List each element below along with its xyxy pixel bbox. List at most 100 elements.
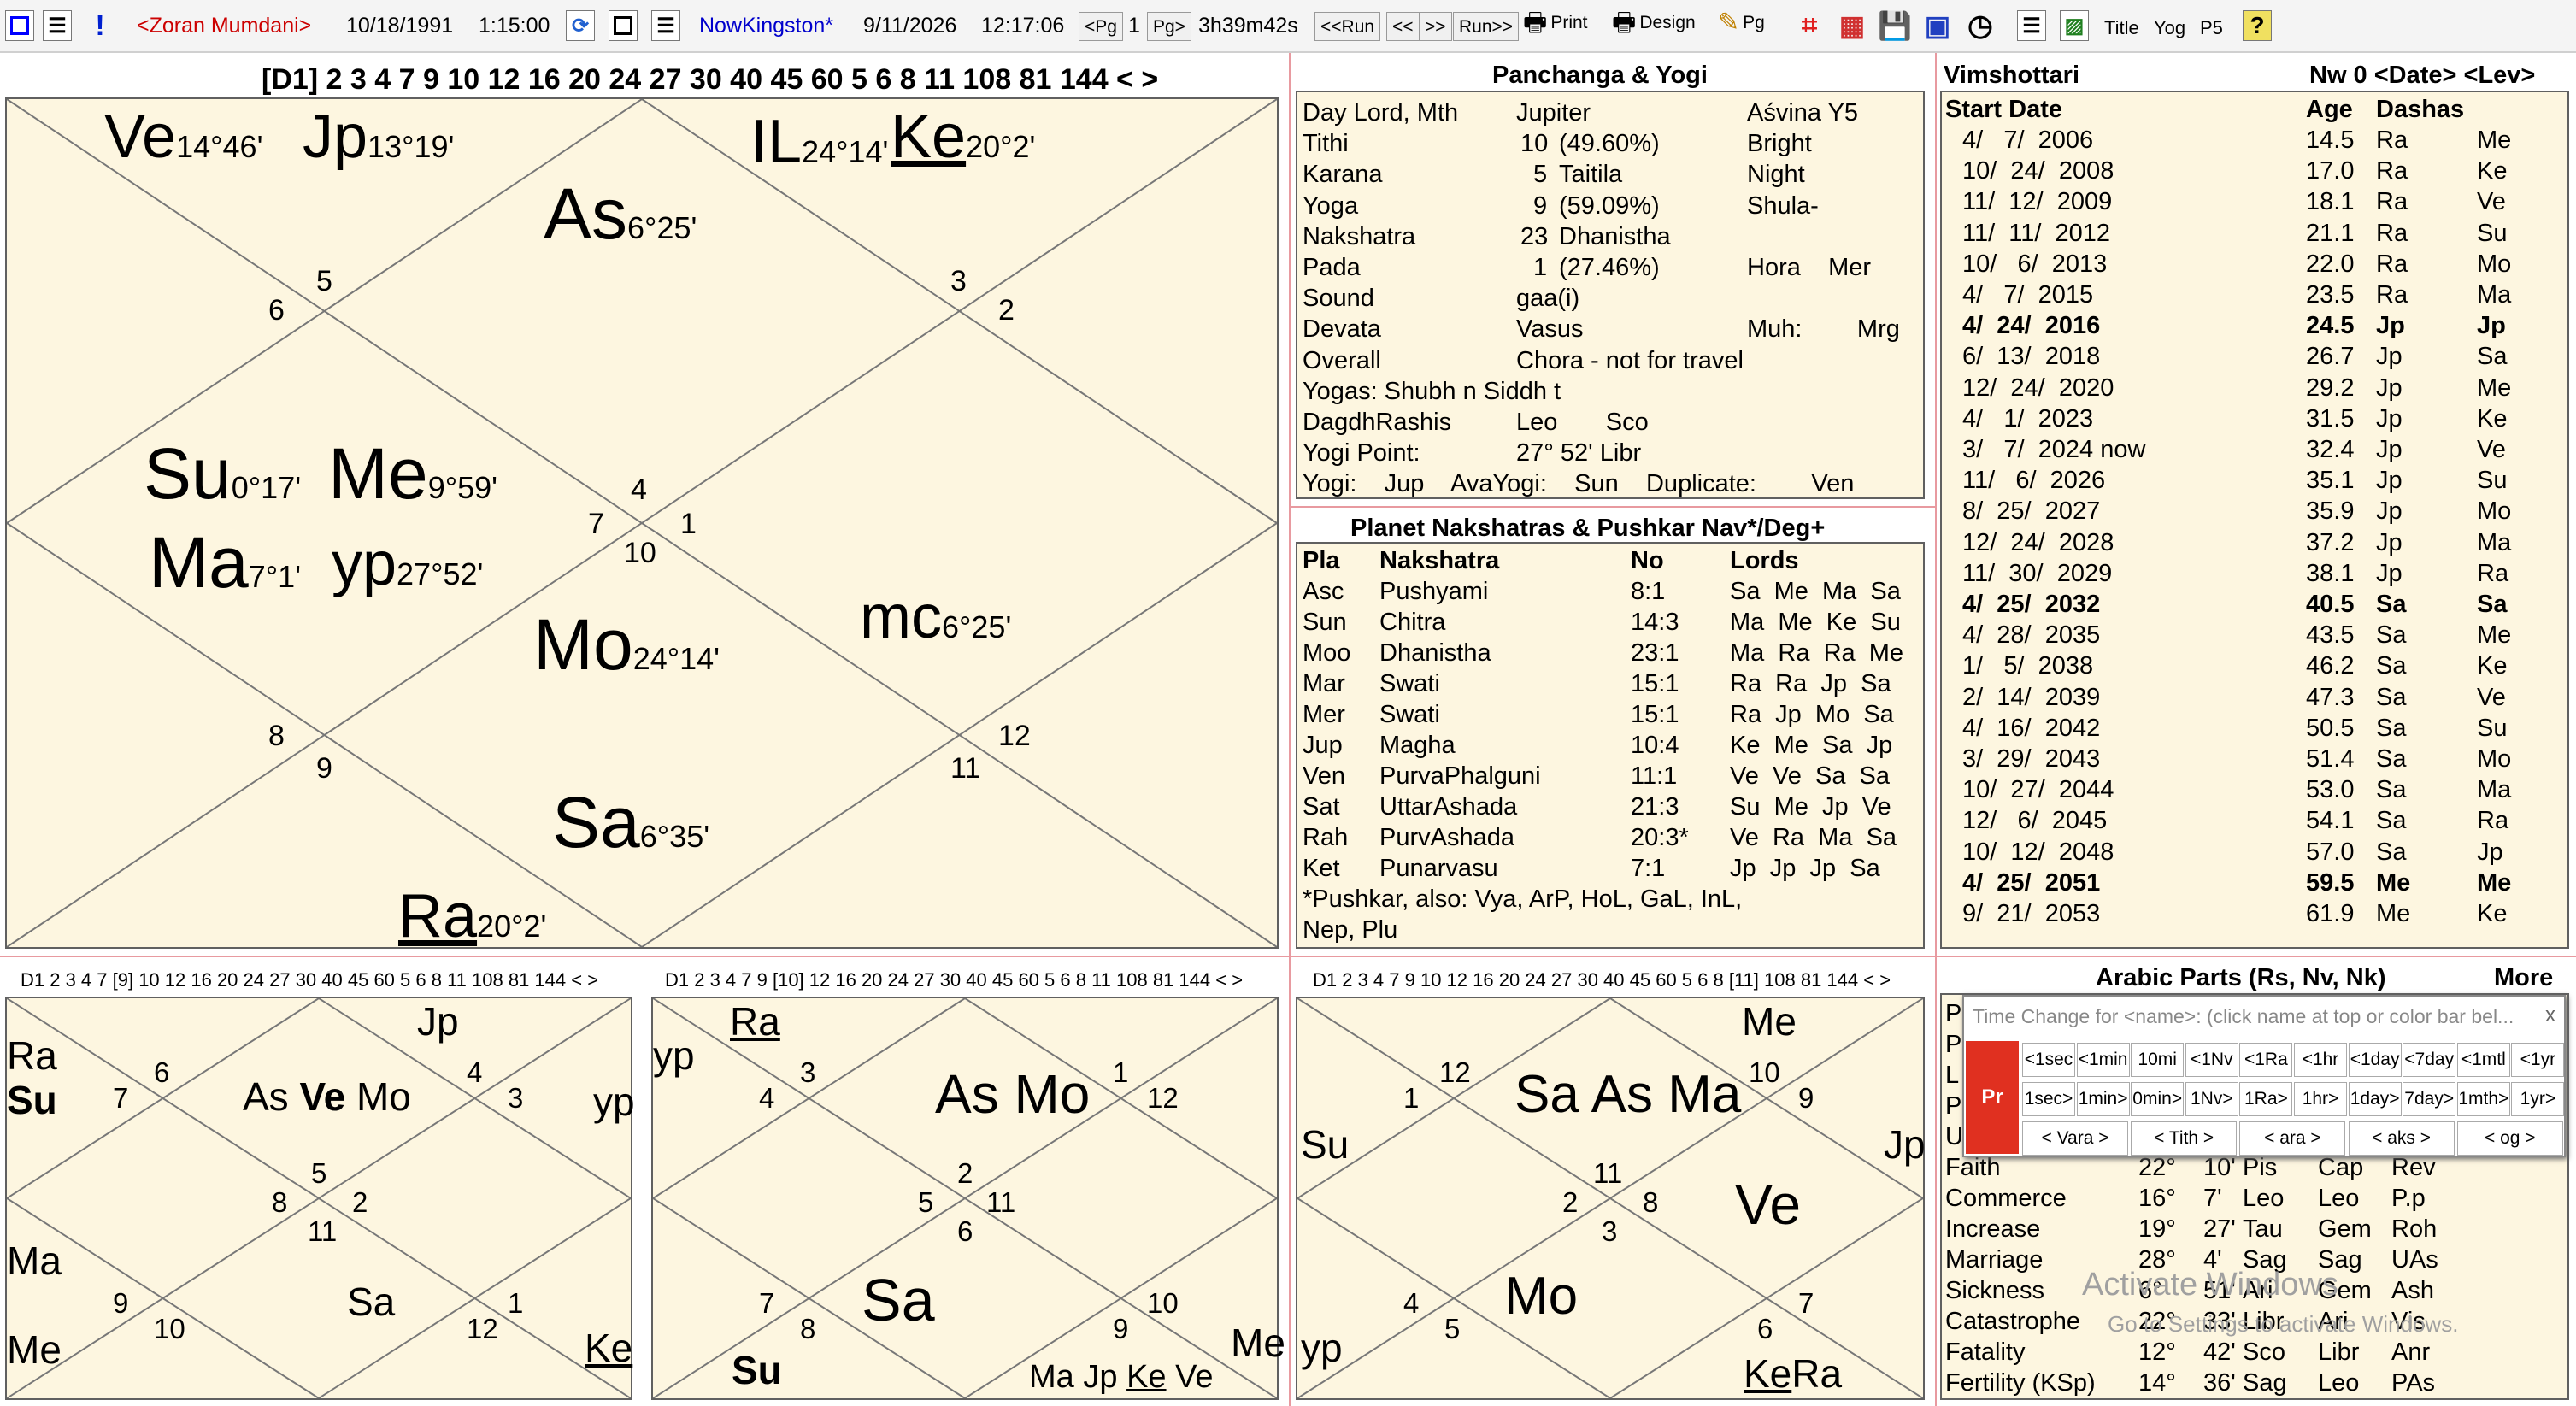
time-step-button[interactable]: 1hr> <box>2294 1082 2347 1116</box>
planet-mercury[interactable]: Me <box>1231 1323 1285 1362</box>
d9-lagna[interactable]: As Ve Mo <box>243 1077 411 1116</box>
planet-jupiter[interactable]: Jp13°19' <box>303 106 454 168</box>
planet-rahu[interactable]: Ra20°2' <box>398 885 546 947</box>
d10-house-7-planets[interactable]: Ma Jp Ke Ve <box>1029 1361 1214 1393</box>
d9-chart[interactable]: 5 2 3 4 6 7 8 9 10 11 12 1 Ra Su Jp As V… <box>5 997 635 1400</box>
main-chart[interactable]: 5 6 3 2 4 7 1 10 8 9 12 11 Ve14°46' Jp13… <box>5 97 1279 949</box>
birth-date[interactable]: 10/18/1991 <box>346 15 453 37</box>
planet-sun[interactable]: Su <box>1301 1125 1349 1164</box>
planet-saturn[interactable]: Sa6°35' <box>552 786 709 858</box>
now-date[interactable]: 9/11/2026 <box>863 15 956 37</box>
yogi-point[interactable]: yp <box>593 1082 635 1121</box>
time-step-button[interactable]: 1min> <box>2076 1082 2130 1116</box>
time-unit-stepper[interactable]: < aks > <box>2348 1121 2455 1156</box>
present-button[interactable]: Pr <box>1966 1041 2019 1154</box>
time-step-button[interactable]: 1yr> <box>2511 1082 2565 1116</box>
planet-mercury[interactable]: Me <box>7 1330 62 1369</box>
ascendant[interactable]: As6°25' <box>544 178 697 250</box>
d11-chart[interactable]: 11 8 9 10 12 1 2 3 4 5 6 7 Me Sa As Ma S… <box>1296 997 1926 1400</box>
time-step-button[interactable]: <1hr <box>2294 1043 2347 1077</box>
time-step-button[interactable]: <1mtl <box>2456 1043 2510 1077</box>
vimshottari-nav[interactable]: Nw 0 <Date> <Lev> <box>2309 63 2535 88</box>
now-time[interactable]: 12:17:06 <box>981 15 1064 37</box>
yogi-point[interactable]: yp27°52' <box>332 533 483 595</box>
planet-rahu[interactable]: Ra <box>730 1002 780 1041</box>
d11-house-6-planets[interactable]: KeRa <box>1744 1354 1842 1393</box>
calendar-icon[interactable]: ▣ <box>1923 10 1952 41</box>
birth-time[interactable]: 1:15:00 <box>479 15 550 37</box>
help-icon[interactable]: ? <box>2243 10 2272 41</box>
new-chart-icon[interactable] <box>5 10 34 41</box>
time-step-button[interactable]: 1Ra> <box>2239 1082 2293 1116</box>
midheaven[interactable]: mc6°25' <box>860 586 1011 648</box>
arabic-more-button[interactable]: More <box>2494 966 2553 991</box>
document-icon[interactable]: ☰ <box>2017 10 2046 41</box>
time-step-button[interactable]: 0min> <box>2131 1082 2185 1116</box>
time-step-button[interactable]: <1Nv <box>2185 1043 2238 1077</box>
planet-sun[interactable]: Su0°17' <box>144 438 301 509</box>
planet-mars[interactable]: Ma <box>7 1241 62 1280</box>
chart-image-icon[interactable]: ▨ <box>2060 10 2089 41</box>
clock-icon[interactable]: ◷ <box>1966 9 1995 42</box>
blank-chart-icon[interactable] <box>609 10 638 41</box>
time-step-button[interactable]: <1sec <box>2022 1043 2075 1077</box>
time-unit-stepper[interactable]: < og > <box>2456 1121 2563 1156</box>
step-back-button[interactable]: << <box>1386 12 1420 41</box>
time-unit-stepper[interactable]: < ara > <box>2239 1121 2346 1156</box>
time-step-button[interactable]: <1yr <box>2511 1043 2565 1077</box>
now-location[interactable]: NowKingston* <box>699 15 833 37</box>
alert-icon[interactable]: ! <box>85 9 115 42</box>
time-step-button[interactable]: <1min <box>2076 1043 2130 1077</box>
time-step-button[interactable]: 1mth> <box>2456 1082 2510 1116</box>
planet-jupiter[interactable]: Jp <box>1884 1125 1926 1164</box>
time-step-button[interactable]: <1day <box>2348 1043 2402 1077</box>
d9-varga-selector[interactable]: D1 2 3 4 7 [9] 10 12 16 20 24 27 30 40 4… <box>21 971 598 990</box>
time-step-button[interactable]: <1Ra <box>2239 1043 2293 1077</box>
time-step-button[interactable]: 10mi <box>2131 1043 2185 1077</box>
time-unit-stepper[interactable]: < Vara > <box>2022 1121 2128 1156</box>
planet-moon[interactable]: Mo24°14' <box>533 609 720 680</box>
design-button[interactable]: 🖶 Design <box>1612 10 1696 36</box>
planet-mercury[interactable]: Me <box>1742 1002 1797 1041</box>
d10-chart[interactable]: 2 11 12 1 3 4 5 6 7 8 9 10 yp Ra As Mo S… <box>651 997 1285 1400</box>
planet-jupiter[interactable]: Jp <box>417 1002 459 1041</box>
list-icon[interactable]: ☰ <box>43 10 72 41</box>
planet-venus[interactable]: Ve14°46' <box>104 106 262 168</box>
time-step-button[interactable]: 1day> <box>2348 1082 2402 1116</box>
planet-venus[interactable]: Ve <box>1735 1176 1801 1232</box>
planet-mercury[interactable]: Me9°59' <box>328 438 497 509</box>
person-name[interactable]: <Zoran Mumdani> <box>137 15 311 37</box>
time-unit-stepper[interactable]: < Tith > <box>2131 1121 2238 1156</box>
grid-icon[interactable]: ▦ <box>1838 10 1867 41</box>
d10-varga-selector[interactable]: D1 2 3 4 7 9 [10] 12 16 20 24 27 30 40 4… <box>665 971 1243 990</box>
p5-button[interactable]: P5 <box>2200 19 2223 38</box>
title-button[interactable]: Title <box>2104 19 2139 38</box>
close-icon[interactable]: x <box>2545 1005 2555 1026</box>
save-icon[interactable]: 💾 <box>1878 10 1912 41</box>
run-back-button[interactable]: <<Run <box>1314 12 1381 41</box>
step-forward-button[interactable]: >> <box>1419 12 1452 41</box>
planet-rahu[interactable]: Ra <box>7 1036 57 1075</box>
time-step-button[interactable]: 1sec> <box>2022 1082 2075 1116</box>
page-next-button[interactable]: Pg> <box>1147 12 1191 41</box>
planet-moon[interactable]: Mo <box>1504 1270 1578 1323</box>
crop-icon[interactable]: ⌗ <box>1795 9 1824 41</box>
page-tool-button[interactable]: ✎ Pg <box>1718 10 1765 36</box>
print-button[interactable]: 🖶 Print <box>1523 10 1588 36</box>
yogi-point[interactable]: yp <box>1301 1328 1343 1368</box>
planet-saturn[interactable]: Sa <box>347 1282 395 1321</box>
d11-lagna[interactable]: Sa As Ma <box>1514 1068 1741 1121</box>
page-prev-button[interactable]: <Pg <box>1079 12 1123 41</box>
planet-sun[interactable]: Su <box>732 1350 782 1390</box>
planet-mars[interactable]: Ma7°1' <box>149 527 301 598</box>
planet-sun[interactable]: Su <box>7 1080 57 1120</box>
time-step-button[interactable]: 7day> <box>2403 1082 2456 1116</box>
d11-varga-selector[interactable]: D1 2 3 4 7 9 10 12 16 20 24 27 30 40 45 … <box>1313 971 1891 990</box>
yogi-point[interactable]: yp <box>653 1036 695 1075</box>
main-varga-selector[interactable]: [D1] 2 3 4 7 9 10 12 16 20 24 27 30 40 4… <box>262 65 1158 94</box>
planet-ketu[interactable]: Ke <box>585 1328 632 1368</box>
notes-icon[interactable]: ☰ <box>651 10 680 41</box>
d10-lagna[interactable]: As Mo <box>935 1067 1090 1121</box>
refresh-icon[interactable]: ⟳ <box>566 10 595 41</box>
time-step-button[interactable]: <7day <box>2403 1043 2456 1077</box>
